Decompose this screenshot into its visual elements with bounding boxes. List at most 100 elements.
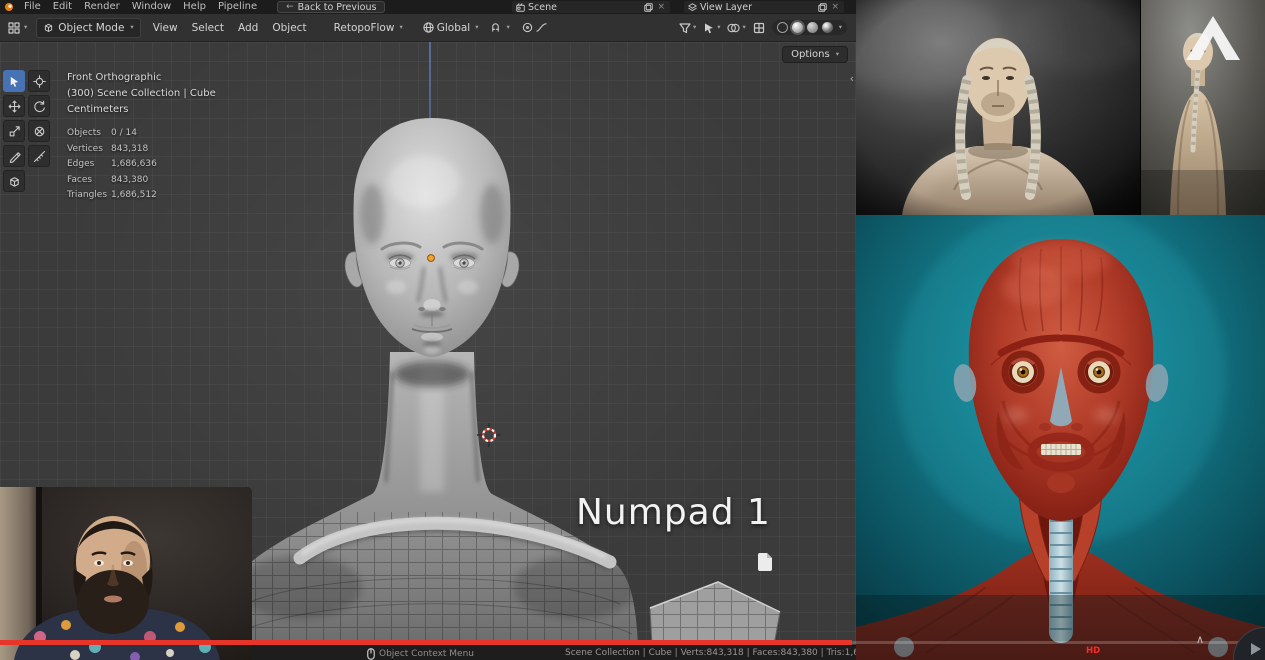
- reference-panel: [856, 0, 1265, 660]
- tool-measure[interactable]: [28, 145, 50, 167]
- units-label: Centimeters: [67, 104, 129, 115]
- magnet-icon: [492, 23, 500, 32]
- menu-item-edit[interactable]: Edit: [47, 0, 78, 14]
- globe-icon: [423, 22, 434, 33]
- orientation-dropdown[interactable]: Global ▾: [417, 22, 485, 34]
- chevron-down-icon: ▾: [399, 23, 403, 32]
- xray-toggle[interactable]: [753, 22, 765, 34]
- menu-select[interactable]: Select: [185, 22, 231, 34]
- mouse-icon: [367, 647, 375, 660]
- webcam-overlay: [0, 487, 252, 660]
- stat-value: 1,686,512: [111, 190, 157, 200]
- reference-photo-left-figure: [856, 0, 1140, 215]
- menu-item-render[interactable]: Render: [78, 0, 126, 14]
- shading-mode-group: ▾: [771, 20, 847, 35]
- remove-layer-icon[interactable]: ×: [830, 2, 840, 12]
- options-dropdown[interactable]: Options ▾: [782, 46, 848, 63]
- stat-value: 1,686,636: [111, 159, 157, 169]
- scene-selector[interactable]: Scene ×: [512, 1, 670, 13]
- menu-item-pipeline[interactable]: Pipeline: [212, 0, 263, 14]
- tool-transform[interactable]: [28, 120, 50, 142]
- stat-value: 0 / 14: [111, 128, 137, 138]
- chevron-down-icon: ▾: [838, 23, 842, 32]
- view-layer-icon: [688, 2, 697, 11]
- object-mode-icon: [45, 23, 53, 32]
- stat-row-vertices: Vertices 843,318: [67, 142, 157, 158]
- shading-solid-icon[interactable]: [791, 22, 803, 33]
- stat-label: Objects: [67, 128, 102, 138]
- view-layer-selector[interactable]: View Layer ×: [684, 1, 844, 13]
- expand-handle[interactable]: ∧: [1178, 633, 1222, 646]
- shading-wireframe-icon[interactable]: [776, 22, 788, 33]
- menu-item-window[interactable]: Window: [126, 0, 177, 14]
- back-arrow-icon: ←: [286, 2, 294, 12]
- screen: File Edit Render Window Help Pipeline ← …: [0, 0, 1265, 660]
- chevron-down-icon: ▾: [130, 23, 134, 32]
- back-to-previous-button[interactable]: ← Back to Previous: [277, 1, 386, 13]
- statusbar-stats: Scene Collection | Cube | Verts:843,318 …: [565, 648, 856, 658]
- new-layer-icon[interactable]: [818, 2, 828, 12]
- play-triangle-icon: [1251, 643, 1261, 655]
- menu-view[interactable]: View: [146, 22, 185, 34]
- gizmo-icon: [705, 23, 714, 33]
- new-scene-icon[interactable]: [644, 2, 654, 12]
- chevron-down-icon: ▾: [475, 23, 479, 32]
- tool-add-primitive[interactable]: [3, 170, 25, 192]
- chevron-down-icon: ▾: [692, 23, 697, 32]
- unlink-scene-icon[interactable]: ×: [656, 2, 666, 12]
- view-name: Front Orthographic: [67, 72, 162, 83]
- chevron-down-icon: ▾: [24, 23, 28, 32]
- menu-object[interactable]: Object: [265, 22, 313, 34]
- stat-row-triangles: Triangles 1,686,512: [67, 188, 157, 204]
- anatomy-reference-figure: [856, 215, 1265, 660]
- chevron-down-icon: ▾: [835, 50, 839, 59]
- stat-value: 843,318: [111, 143, 149, 154]
- filter-icon: [679, 22, 691, 33]
- mode-label: Object Mode: [58, 21, 125, 34]
- 3d-cursor: [477, 423, 501, 447]
- gizmo-dropdown[interactable]: ▾: [703, 22, 720, 34]
- menu-item-file[interactable]: File: [18, 0, 47, 14]
- clipboard-overlay-icon: [758, 553, 772, 571]
- menu-add[interactable]: Add: [231, 22, 265, 34]
- view-layer-name: View Layer: [700, 1, 753, 13]
- tool-cursor[interactable]: [28, 70, 50, 92]
- tool-scale[interactable]: [3, 120, 25, 142]
- stat-row-edges: Edges 1,686,636: [67, 157, 157, 173]
- back-button-label: Back to Previous: [297, 1, 377, 13]
- orientation-label: Global: [436, 21, 471, 34]
- tool-annotate[interactable]: [3, 145, 25, 167]
- hd-watermark: HD: [1086, 646, 1101, 656]
- tool-select-box[interactable]: [3, 70, 25, 92]
- viewport-header-right: ▾ ▾ ▾ ▾: [679, 20, 852, 35]
- chevron-down-icon: ▾: [742, 23, 746, 32]
- reference-photo-right-figure: [1140, 0, 1265, 215]
- retopoflow-menu[interactable]: RetopoFlow ▾: [328, 22, 409, 34]
- filter-dropdown[interactable]: ▾: [679, 22, 696, 34]
- overlays-dropdown[interactable]: ▾: [727, 22, 746, 34]
- presenter-figure: [0, 487, 252, 660]
- keystroke-overlay: Numpad 1: [576, 492, 771, 533]
- proportional-editing-toggle[interactable]: [516, 22, 553, 33]
- editor-type-icon: [8, 21, 20, 34]
- blender-logo-icon[interactable]: [4, 2, 14, 12]
- snap-toggle[interactable]: ▾: [484, 22, 515, 33]
- stat-label: Edges: [67, 159, 95, 169]
- proportional-icon: [522, 22, 532, 33]
- video-progress-bar[interactable]: [0, 640, 852, 645]
- sidebar-toggle-icon[interactable]: ‹: [850, 72, 854, 85]
- menu-item-help[interactable]: Help: [177, 0, 212, 14]
- mode-dropdown[interactable]: Object Mode ▾: [36, 17, 141, 38]
- stat-label: Triangles: [67, 190, 108, 200]
- statusbar-context: Object Context Menu: [367, 646, 474, 660]
- editor-type-button[interactable]: ▾: [4, 21, 31, 34]
- shading-rendered-icon[interactable]: [821, 22, 833, 33]
- tool-rotate[interactable]: [28, 95, 50, 117]
- scene-icon: [516, 2, 525, 12]
- stat-row-faces: Faces 843,380: [67, 173, 157, 189]
- shading-material-icon[interactable]: [806, 22, 818, 33]
- stat-label: Vertices: [67, 143, 103, 154]
- tool-move[interactable]: [3, 95, 25, 117]
- toolbar-tools: [3, 70, 50, 192]
- stat-label: Faces: [67, 174, 93, 185]
